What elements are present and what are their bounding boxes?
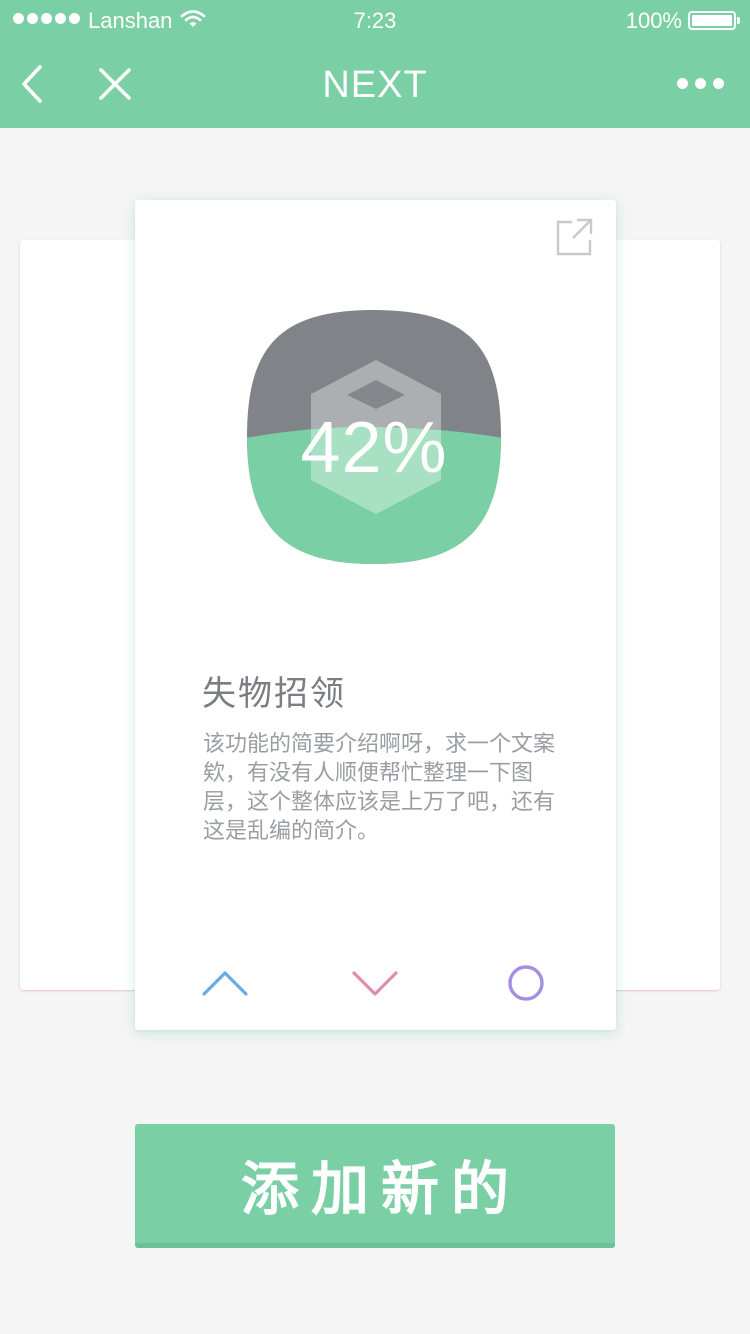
feature-card[interactable]: 42% 失物招领 该功能的简要介绍啊呀，求一个文案欸，有没有人顺便帮忙整理一下图… [135, 200, 616, 1030]
more-icon[interactable] [677, 78, 724, 89]
chevron-down-icon[interactable] [352, 968, 398, 998]
battery-percentage: 100% [625, 8, 682, 33]
chevron-up-icon[interactable] [202, 968, 248, 998]
share-icon[interactable] [556, 218, 594, 256]
circle-icon[interactable] [507, 964, 545, 1002]
app-header: Lanshan 7:23 100% NEXT [0, 0, 750, 128]
card-description: 该功能的简要介绍啊呀，求一个文案欸，有没有人顺便帮忙整理一下图层，这个整体应该是… [203, 732, 556, 844]
progress-percentage: 42% [300, 408, 448, 488]
status-bar: Lanshan 7:23 100% [0, 0, 750, 40]
page-title: NEXT [322, 64, 428, 106]
card-title: 失物招领 [202, 674, 346, 714]
battery-icon [688, 11, 740, 30]
add-new-button[interactable]: 添加新的 [135, 1124, 615, 1248]
